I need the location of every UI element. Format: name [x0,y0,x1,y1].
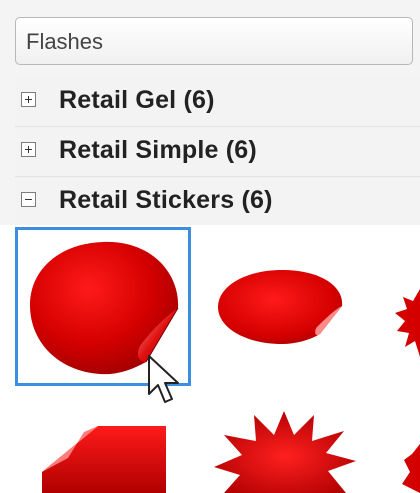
category-label: Retail Stickers (6) [59,186,273,214]
category-retail-stickers[interactable]: Retail Stickers (6) [15,177,420,227]
sticker-thumb-square[interactable] [38,422,170,493]
sticker-thumb-oval[interactable] [212,262,352,354]
arrow-cursor-icon [148,355,179,403]
square-sticker-icon [42,426,166,493]
category-dropdown[interactable]: Flashes [15,17,413,65]
sticker-thumb-burst-partial[interactable] [393,285,420,365]
category-retail-gel[interactable]: Retail Gel (6) [15,77,420,127]
burst-sticker-icon [395,289,420,357]
minus-box-icon[interactable] [21,192,36,207]
plus-box-icon[interactable] [21,142,36,157]
plus-box-icon[interactable] [21,92,36,107]
sticker-thumb-starburst[interactable] [210,405,360,493]
oval-sticker-icon [218,270,343,344]
starburst-sticker-icon [214,411,356,493]
category-dropdown-value: Flashes [26,29,104,54]
sticker-icon [402,444,420,493]
shapes-panel: Flashes Retail Gel (6) Retail Simple (6)… [0,0,420,493]
category-label: Retail Gel (6) [59,86,215,114]
sticker-thumb-partial-bottom-right[interactable] [400,440,420,493]
category-retail-simple[interactable]: Retail Simple (6) [15,127,420,177]
category-label: Retail Simple (6) [59,136,257,164]
